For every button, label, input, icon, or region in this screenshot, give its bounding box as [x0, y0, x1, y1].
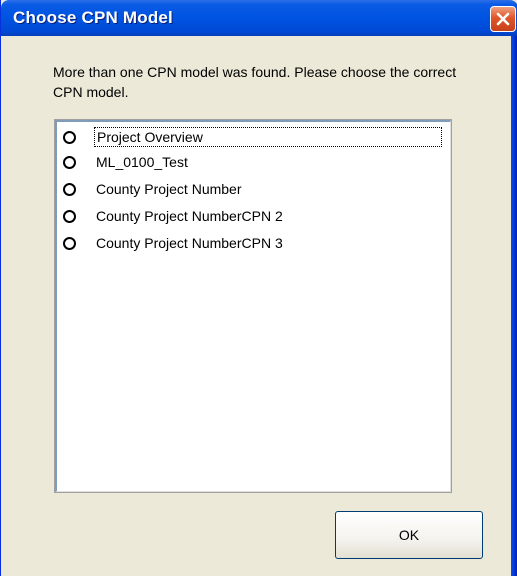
dialog-window: Choose CPN Model More than one CPN model… — [0, 0, 517, 576]
model-option-label: ML_0100_Test — [96, 154, 188, 170]
window-frame-right — [511, 36, 517, 576]
radio-button[interactable] — [63, 155, 76, 169]
model-option-project-overview[interactable]: Project Overview — [63, 126, 449, 148]
radio-button[interactable] — [63, 209, 76, 223]
model-listbox[interactable]: Project Overview ML_0100_Test County Pro… — [54, 119, 452, 493]
model-option-ml-0100-test[interactable]: ML_0100_Test — [63, 151, 449, 173]
close-icon — [496, 12, 510, 26]
title-bar[interactable]: Choose CPN Model — [1, 0, 517, 36]
model-option-label: County Project NumberCPN 3 — [96, 235, 283, 251]
model-option-label: Project Overview — [94, 127, 442, 147]
close-button[interactable] — [490, 6, 516, 32]
radio-button[interactable] — [63, 236, 76, 250]
instruction-text: More than one CPN model was found. Pleas… — [53, 64, 457, 100]
model-option-county-project-number-cpn-2[interactable]: County Project NumberCPN 2 — [63, 205, 449, 227]
model-option-label: County Project Number — [96, 181, 242, 197]
radio-button[interactable] — [63, 182, 76, 196]
model-option-label: County Project NumberCPN 2 — [96, 208, 283, 224]
radio-button[interactable] — [63, 130, 76, 144]
model-option-county-project-number[interactable]: County Project Number — [63, 178, 449, 200]
window-title: Choose CPN Model — [13, 8, 173, 27]
ok-button[interactable]: OK — [335, 511, 483, 559]
model-option-county-project-number-cpn-3[interactable]: County Project NumberCPN 3 — [63, 232, 449, 254]
